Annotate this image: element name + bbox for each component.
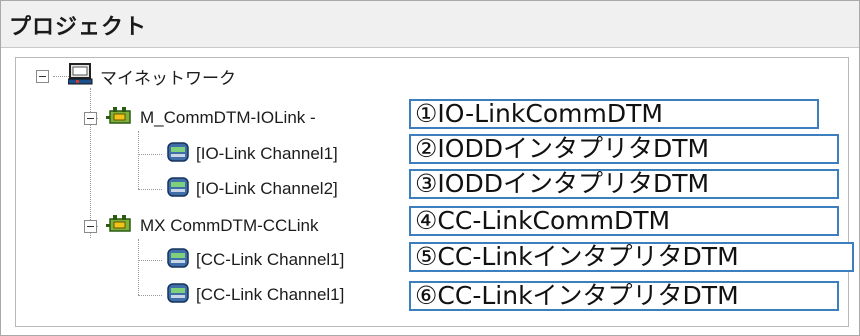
network-computer-icon: [67, 62, 94, 91]
device-dtm-icon: [166, 141, 190, 168]
device-dtm-icon: [166, 176, 190, 203]
collapse-toggle[interactable]: [84, 112, 97, 125]
panel-header: プロジェクト: [1, 1, 859, 48]
tree-node-label: [CC-Link Channel1]: [196, 285, 345, 304]
collapse-toggle[interactable]: [36, 70, 49, 83]
tree-connector: [90, 88, 91, 238]
tree-node-comm-dtm[interactable]: MX CommDTM-CCLink: [106, 211, 319, 241]
tree-connector: [138, 189, 162, 190]
project-panel: プロジェクト マイネットワーク M_CommDTM-IOLink - [IO-L…: [0, 0, 860, 336]
communication-dtm-icon: [106, 105, 134, 132]
tree-node-label: マイネットワーク: [100, 68, 236, 88]
communication-dtm-icon: [106, 213, 134, 240]
collapse-toggle[interactable]: [84, 220, 97, 233]
annotation-callout: ③IODDインタプリタDTM: [409, 169, 839, 199]
tree-connector: [138, 154, 162, 155]
tree-node-channel[interactable]: [IO-Link Channel2]: [166, 174, 338, 204]
panel-title: プロジェクト: [9, 15, 148, 40]
tree-node-label: MX CommDTM-CCLink: [140, 216, 319, 235]
tree-connector: [138, 239, 139, 295]
tree-node-channel[interactable]: [IO-Link Channel1]: [166, 139, 338, 169]
annotation-callout: ②IODDインタプリタDTM: [409, 134, 839, 164]
tree-node-label: [CC-Link Channel1]: [196, 250, 345, 269]
tree-node-channel[interactable]: [CC-Link Channel1]: [166, 245, 344, 275]
tree-connector: [138, 131, 139, 189]
annotation-callout: ①IO-LinkCommDTM: [409, 99, 819, 129]
tree-node-label: [IO-Link Channel2]: [196, 179, 338, 198]
device-dtm-icon: [166, 282, 190, 309]
tree-connector: [138, 295, 162, 296]
tree-node-label: M_CommDTM-IOLink -: [140, 108, 316, 127]
tree-connector: [138, 260, 162, 261]
tree-node-comm-dtm[interactable]: M_CommDTM-IOLink -: [106, 103, 316, 133]
device-dtm-icon: [166, 247, 190, 274]
annotation-callout: ④CC-LinkCommDTM: [409, 206, 839, 236]
tree-node-channel[interactable]: [CC-Link Channel1]: [166, 280, 344, 310]
annotation-callout: ⑥CC-LinkインタプリタDTM: [409, 281, 839, 311]
tree-node-root[interactable]: マイネットワーク: [67, 61, 236, 91]
tree-node-label: [IO-Link Channel1]: [196, 144, 338, 163]
annotation-callout: ⑤CC-LinkインタプリタDTM: [409, 242, 854, 272]
tree-connector: [53, 76, 69, 77]
